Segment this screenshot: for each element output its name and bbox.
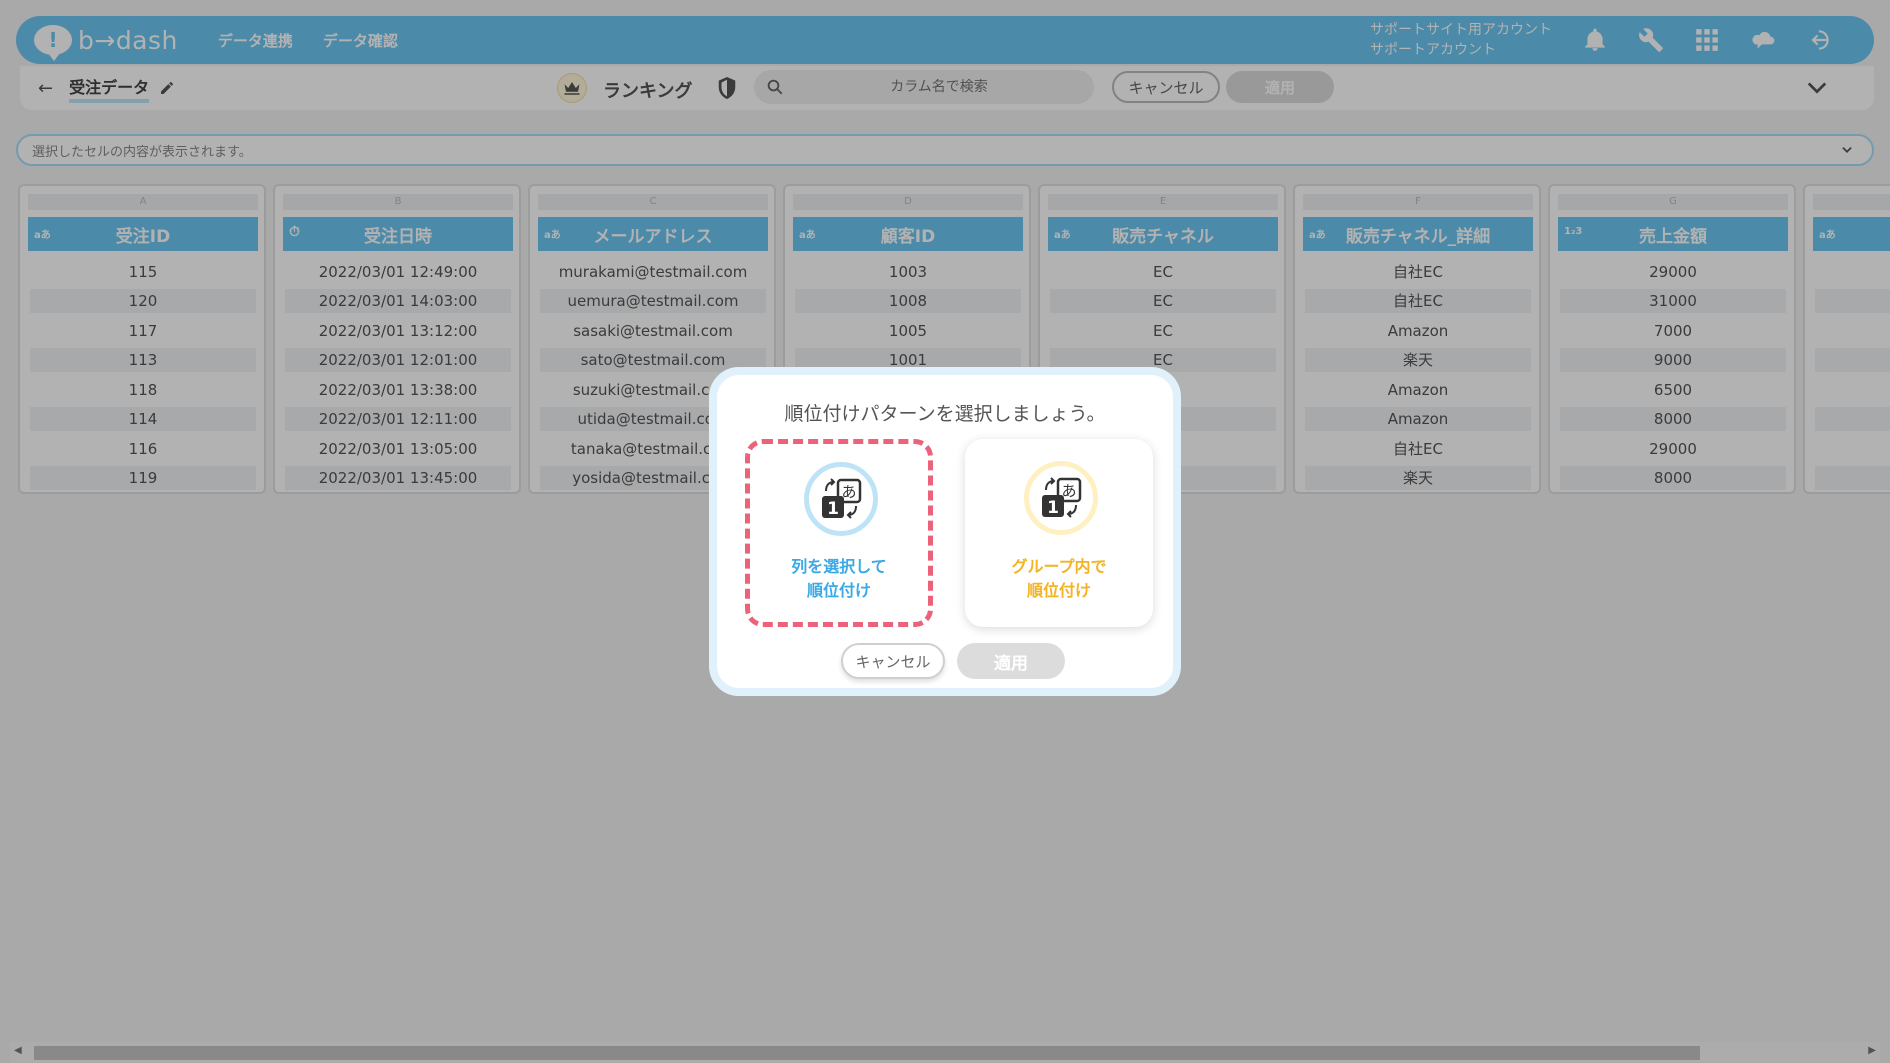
label-line: 列を選択して [791, 557, 887, 576]
number-glyph: 1 [827, 499, 839, 519]
dialog-cancel-button[interactable]: キャンセル [841, 643, 945, 679]
label-line: 順位付け [806, 581, 871, 600]
rank-by-column-label: 列を選択して 順位付け [750, 555, 928, 603]
rank-sort-icon: あ 1 [1024, 461, 1098, 535]
ranking-pattern-dialog: 順位付けパターンを選択しましょう。 あ 1 列を選択して 順位付け あ 1 グル… [709, 367, 1181, 696]
rank-by-column-option[interactable]: あ 1 列を選択して 順位付け [745, 439, 933, 627]
number-glyph: 1 [1047, 498, 1059, 518]
rank-within-group-option[interactable]: あ 1 グループ内で 順位付け [965, 439, 1153, 627]
label-line: 順位付け [1026, 581, 1091, 600]
rank-within-group-label: グループ内で 順位付け [965, 555, 1153, 603]
dialog-apply-button[interactable]: 適用 [957, 643, 1065, 679]
dialog-title: 順位付けパターンを選択しましょう。 [784, 403, 1106, 425]
rank-sort-icon: あ 1 [804, 462, 878, 536]
label-line: グループ内で [1011, 557, 1107, 576]
